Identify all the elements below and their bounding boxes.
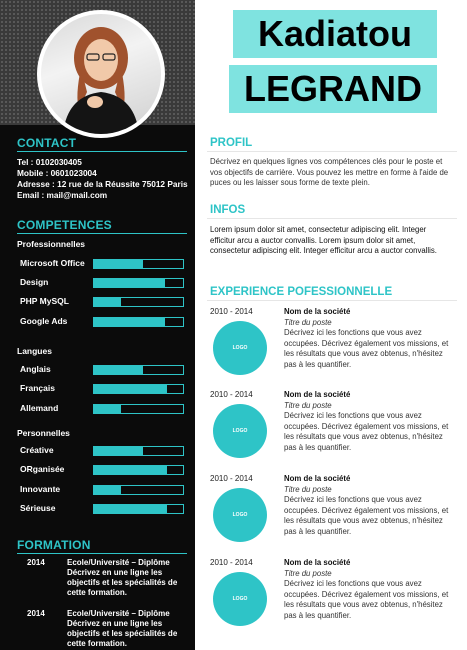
- skill-bar-fill: [94, 466, 167, 474]
- profil-title: PROFIL: [210, 137, 253, 149]
- skill-bar-fill: [94, 366, 143, 374]
- company-name: Nom de la société: [284, 390, 351, 399]
- skill-label: Anglais: [20, 364, 51, 374]
- formation-year: 2014: [27, 609, 45, 618]
- skill-row: Anglais: [20, 364, 190, 376]
- skill-bar-fill: [94, 279, 166, 287]
- skill-bar-fill: [94, 318, 166, 326]
- profil-text: Décrivez en quelques lignes vos compéten…: [210, 157, 449, 187]
- skill-bar-fill: [94, 486, 121, 494]
- company-name: Nom de la société: [284, 307, 351, 316]
- company-logo: LOGO: [213, 572, 267, 626]
- skill-bar: [93, 259, 184, 269]
- competences-divider: [17, 233, 187, 234]
- first-name: Kadiatou: [233, 10, 437, 58]
- experience-title: EXPERIENCE POFESSIONNELLE: [210, 286, 393, 298]
- skill-label: Microsoft Office: [20, 258, 85, 268]
- skill-row: Design: [20, 277, 190, 289]
- job-title: Titre du poste: [284, 318, 332, 327]
- formation-text: Ecole/Université – Diplôme Décrivez en u…: [67, 609, 178, 648]
- sidebar: CONTACT Tel : 0102030405 Mobile : 060102…: [0, 0, 195, 650]
- job-description: Décrivez ici les fonctions que vous avez…: [284, 411, 449, 452]
- formation-text: Ecole/Université – Diplôme Décrivez en u…: [67, 558, 178, 597]
- skill-row: Sérieuse: [20, 503, 190, 515]
- profil-divider: [207, 151, 457, 152]
- skill-bar-fill: [94, 405, 121, 413]
- experience-date: 2010 - 2014: [210, 474, 253, 483]
- formation-year: 2014: [27, 558, 45, 567]
- experience-date: 2010 - 2014: [210, 390, 253, 399]
- skill-bar: [93, 365, 184, 375]
- company-logo: LOGO: [213, 404, 267, 458]
- contact-divider: [17, 151, 187, 152]
- experience-date: 2010 - 2014: [210, 307, 253, 316]
- skill-label: PHP MySQL: [20, 296, 69, 306]
- skill-row: Innovante: [20, 484, 190, 496]
- skill-bar: [93, 504, 184, 514]
- skill-label: Google Ads: [20, 316, 68, 326]
- skill-label: Innovante: [20, 484, 61, 494]
- company-logo: LOGO: [213, 488, 267, 542]
- skills-group-label: Professionnelles: [17, 239, 86, 249]
- skill-bar: [93, 446, 184, 456]
- experience-date: 2010 - 2014: [210, 558, 253, 567]
- skill-bar: [93, 465, 184, 475]
- skill-label: Design: [20, 277, 49, 287]
- job-description: Décrivez ici les fonctions que vous avez…: [284, 328, 449, 369]
- company-name: Nom de la société: [284, 474, 351, 483]
- job-description: Décrivez ici les fonctions que vous avez…: [284, 495, 449, 536]
- contact-email: Email : mail@mail.com: [17, 190, 108, 200]
- skill-bar-fill: [94, 298, 121, 306]
- experience-item: 2010 - 2014 LOGO Nom de la société Titre…: [210, 390, 455, 470]
- competences-title: COMPETENCES: [17, 218, 112, 232]
- skill-row: PHP MySQL: [20, 296, 190, 308]
- job-title: Titre du poste: [284, 401, 332, 410]
- contact-title: CONTACT: [17, 136, 77, 150]
- skill-bar: [93, 278, 184, 288]
- skill-row: Allemand: [20, 403, 190, 415]
- contact-mobile: Mobile : 0601023004: [17, 168, 97, 178]
- skill-label: Français: [20, 383, 55, 393]
- formation-divider: [17, 553, 187, 554]
- skill-bar-fill: [94, 447, 143, 455]
- infos-text: Lorem ipsum dolor sit amet, consectetur …: [210, 225, 437, 255]
- skill-label: Créative: [20, 445, 54, 455]
- skill-label: Allemand: [20, 403, 59, 413]
- skill-row: Créative: [20, 445, 190, 457]
- job-title: Titre du poste: [284, 485, 332, 494]
- skill-bar: [93, 384, 184, 394]
- profile-photo: [37, 10, 165, 138]
- experience-item: 2010 - 2014 LOGO Nom de la société Titre…: [210, 307, 455, 387]
- experience-item: 2010 - 2014 LOGO Nom de la société Titre…: [210, 558, 455, 638]
- profile-portrait-icon: [63, 27, 139, 134]
- company-logo: LOGO: [213, 321, 267, 375]
- skills-group-label: Langues: [17, 346, 52, 356]
- skill-row: Français: [20, 383, 190, 395]
- skill-bar-fill: [94, 505, 167, 513]
- skill-bar: [93, 317, 184, 327]
- experience-item: 2010 - 2014 LOGO Nom de la société Titre…: [210, 474, 455, 554]
- contact-phone: Tel : 0102030405: [17, 157, 82, 167]
- skill-bar-fill: [94, 385, 167, 393]
- job-title: Titre du poste: [284, 569, 332, 578]
- skill-bar-fill: [94, 260, 143, 268]
- skill-bar: [93, 297, 184, 307]
- infos-divider: [207, 218, 457, 219]
- skill-bar: [93, 404, 184, 414]
- skill-label: ORganisée: [20, 464, 65, 474]
- contact-address: Adresse : 12 rue de la Réussite 75012 Pa…: [17, 179, 188, 189]
- skill-label: Sérieuse: [20, 503, 56, 513]
- formation-title: FORMATION: [17, 538, 91, 552]
- contact-block: Tel : 0102030405 Mobile : 0601023004 Adr…: [17, 157, 188, 201]
- experience-divider: [207, 300, 457, 301]
- infos-title: INFOS: [210, 204, 246, 216]
- skill-row: Google Ads: [20, 316, 190, 328]
- company-name: Nom de la société: [284, 558, 351, 567]
- skill-row: Microsoft Office: [20, 258, 190, 270]
- skills-group-label: Personnelles: [17, 428, 70, 438]
- job-description: Décrivez ici les fonctions que vous avez…: [284, 579, 449, 620]
- skill-row: ORganisée: [20, 464, 190, 476]
- skill-bar: [93, 485, 184, 495]
- last-name: LEGRAND: [229, 65, 437, 113]
